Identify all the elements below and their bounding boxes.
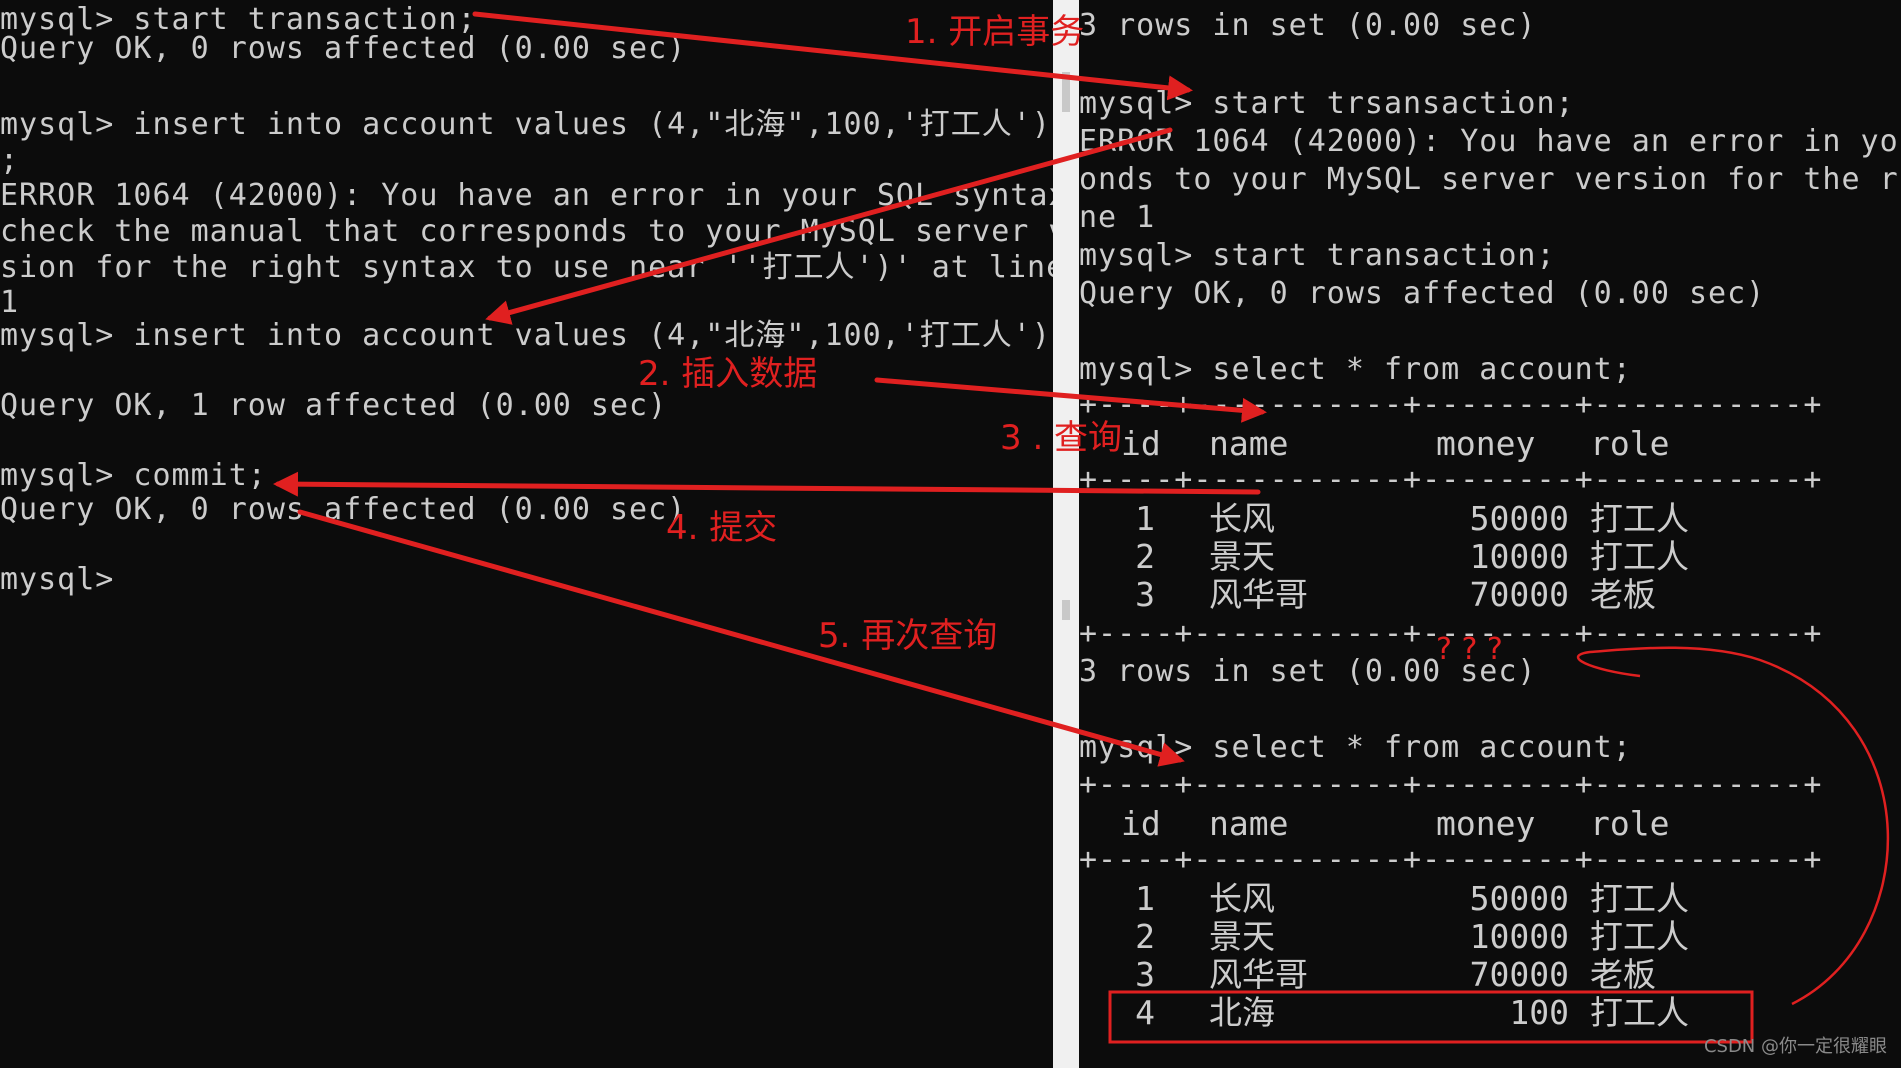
table-cell-role: 老板: [1590, 575, 1656, 614]
table-cell-name: 长风: [1209, 499, 1275, 538]
terminal-line: mysql> insert into account values (4,"北海…: [0, 107, 1051, 142]
table-cell-role: 打工人: [1590, 537, 1689, 576]
table-header-id: id: [1121, 804, 1161, 843]
terminal-line: check the manual that corresponds to you…: [0, 214, 1053, 249]
table-border: +----+-----------+--------+-----------+: [1079, 387, 1823, 422]
table-cell-id: 2: [1135, 537, 1155, 576]
table-cell-money: 10000: [1469, 917, 1569, 956]
terminal-line: mysql> start trsansaction;: [1079, 86, 1575, 121]
table-header-money: money: [1436, 804, 1536, 843]
right-terminal-window[interactable]: 3 rows in set (0.00 sec) mysql> start tr…: [1079, 0, 1901, 1068]
table-cell-name: 景天: [1209, 917, 1275, 956]
table-header-role: role: [1590, 424, 1670, 463]
table-cell-name: 风华哥: [1209, 575, 1308, 614]
annotation-step5: 5. 再次查询: [818, 616, 998, 656]
table-cell-id: 3: [1135, 575, 1155, 614]
terminal-line: ERROR 1064 (42000): You have an error in…: [0, 178, 1053, 213]
left-terminal-window[interactable]: mysql> start transaction; Query OK, 0 ro…: [0, 0, 1053, 1068]
table-cell-money: 100: [1509, 993, 1569, 1032]
table-cell-money: 70000: [1469, 955, 1569, 994]
table-cell-name: 长风: [1209, 879, 1275, 918]
table-cell-money: 50000: [1469, 499, 1569, 538]
annotation-step1: 1. 开启事务: [905, 12, 1085, 52]
terminal-line: sion for the right syntax to use near ''…: [0, 250, 1053, 285]
table-header-money: money: [1436, 424, 1536, 463]
table-cell-role: 打工人: [1590, 879, 1689, 918]
table-cell-id: 2: [1135, 917, 1155, 956]
terminal-line: Query OK, 0 rows affected (0.00 sec): [0, 492, 687, 527]
terminal-line: mysql> commit;: [0, 458, 267, 493]
terminal-line: mysql> select * from account;: [1079, 730, 1632, 765]
table-border: +----+-----------+--------+-----------+: [1079, 842, 1823, 877]
terminal-line: mysql> insert into account values (4,"北海…: [0, 318, 1053, 353]
terminal-line: mysql> select * from account;: [1079, 352, 1632, 387]
terminal-line: mysql>: [0, 562, 115, 597]
table-header-role: role: [1590, 804, 1670, 843]
terminal-line: Query OK, 1 row affected (0.00 sec): [0, 388, 668, 423]
terminal-line: Query OK, 0 rows affected (0.00 sec): [1079, 276, 1766, 311]
table-cell-id: 1: [1135, 879, 1155, 918]
terminal-line: mysql> start transaction;: [1079, 238, 1556, 273]
terminal-line: 3 rows in set (0.00 sec): [1079, 8, 1537, 43]
watermark: CSDN @你一定很耀眼: [1703, 1036, 1887, 1057]
table-border: +----+-----------+--------+-----------+: [1079, 462, 1823, 497]
table-header-id: id: [1121, 424, 1161, 463]
annotation-step4: 4. 提交: [666, 508, 778, 548]
table-cell-id: 4: [1135, 993, 1155, 1032]
table-cell-role: 老板: [1590, 955, 1656, 994]
divider-notch: [1062, 600, 1070, 620]
terminal-line: ne 1: [1079, 200, 1156, 235]
table-cell-money: 50000: [1469, 879, 1569, 918]
terminal-line: Query OK, 0 rows affected (0.00 sec): [0, 31, 687, 66]
annotation-step2: 2. 插入数据: [638, 354, 818, 394]
table-cell-name: 景天: [1209, 537, 1275, 576]
annotation-step3: 3 . 查询: [1000, 418, 1123, 458]
table-cell-role: 打工人: [1590, 993, 1689, 1032]
terminal-line: ERROR 1064 (42000): You have an error in…: [1079, 124, 1899, 159]
window-divider: [1053, 0, 1079, 1068]
table-cell-money: 70000: [1469, 575, 1569, 614]
table-cell-id: 1: [1135, 499, 1155, 538]
annotation-question-marks: ? ? ?: [1436, 632, 1503, 667]
divider-notch: [1062, 72, 1070, 112]
table-cell-role: 打工人: [1590, 499, 1689, 538]
table-border: +----+-----------+--------+-----------+: [1079, 767, 1823, 802]
table-cell-name: 北海: [1209, 993, 1275, 1032]
terminal-line: ;: [0, 143, 20, 178]
table-header-name: name: [1209, 804, 1289, 843]
table-cell-role: 打工人: [1590, 917, 1689, 956]
table-header-name: name: [1209, 424, 1289, 463]
terminal-line: 1: [0, 285, 20, 320]
table-cell-name: 风华哥: [1209, 955, 1308, 994]
terminal-line: onds to your MySQL server version for th…: [1079, 162, 1899, 197]
table-cell-money: 10000: [1469, 537, 1569, 576]
table-cell-id: 3: [1135, 955, 1155, 994]
